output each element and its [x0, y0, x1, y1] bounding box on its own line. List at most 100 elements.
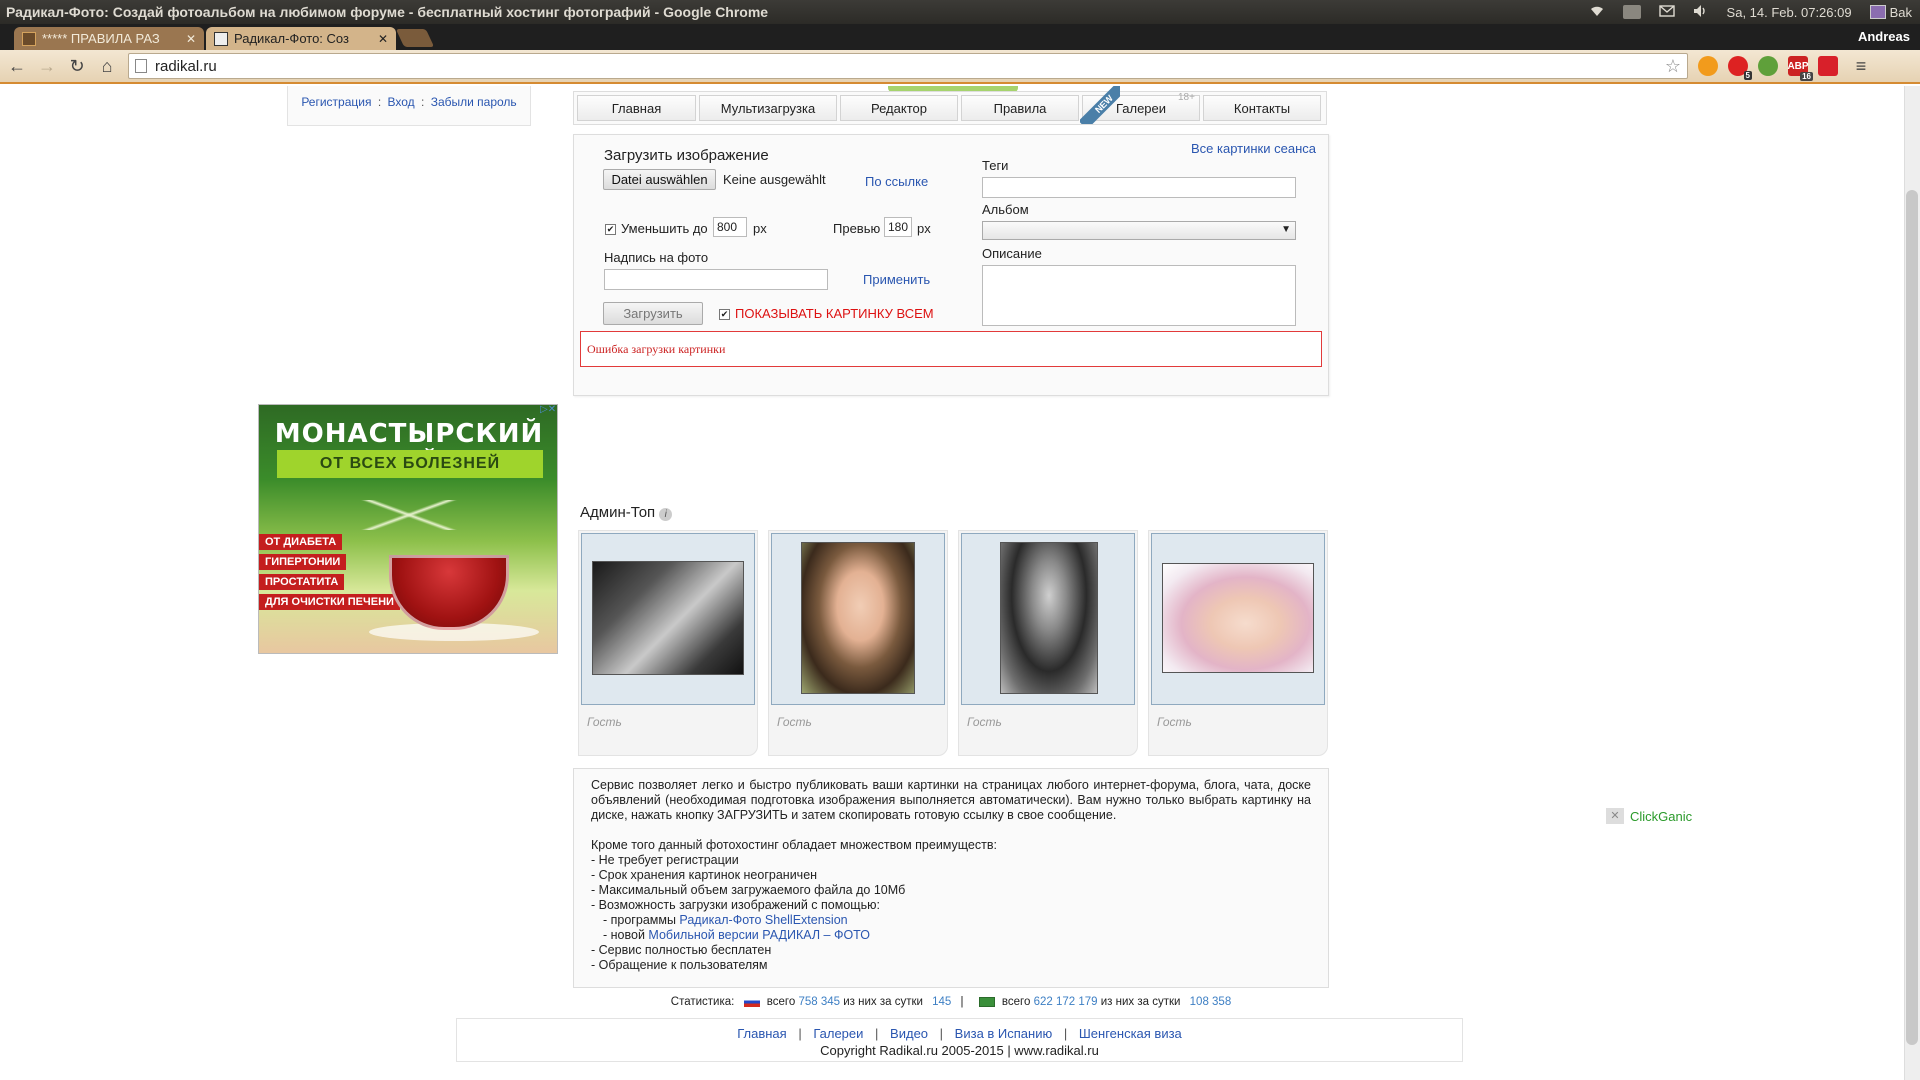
- close-tab-icon[interactable]: ✕: [372, 32, 388, 46]
- photo-thumbnail[interactable]: [592, 561, 744, 675]
- admin-top-card[interactable]: Гость: [958, 530, 1138, 756]
- wifi-icon[interactable]: [1589, 5, 1605, 20]
- login-box: Регистрация : Вход : Забыли пароль: [287, 86, 531, 126]
- show-all-checkbox[interactable]: ✔: [719, 309, 730, 320]
- photo-author: Гость: [967, 715, 1002, 729]
- footer-link-schengen-visa[interactable]: Шенгенская виза: [1079, 1026, 1182, 1041]
- reduce-checkbox[interactable]: ✔: [605, 224, 616, 235]
- photo-author: Гость: [1157, 715, 1192, 729]
- advertisement-banner[interactable]: МОНАСТЫРСКИЙ ЧАЙ ОТ ВСЕХ БОЛЕЗНЕЙ ОТ ДИА…: [258, 404, 558, 654]
- extension-badge-icon[interactable]: 5: [1728, 56, 1752, 80]
- browser-tab-rules[interactable]: ***** ПРАВИЛА РАЗ ✕: [14, 27, 204, 50]
- nav-tab-home[interactable]: Главная: [577, 95, 696, 121]
- file-status: Keine ausgewählt: [723, 172, 826, 187]
- all-session-images-link[interactable]: Все картинки сеанса: [1191, 141, 1316, 156]
- browser-toolbar: ← → ↻ ⌂ radikal.ru ☆ 5 ABP 16 ≡: [0, 50, 1920, 84]
- album-select[interactable]: ▼: [982, 221, 1296, 240]
- description-advantages-title: Кроме того данный фотохостинг обладает м…: [591, 838, 997, 852]
- upload-button[interactable]: Загрузить: [603, 302, 703, 325]
- by-link-link[interactable]: По ссылке: [865, 174, 928, 189]
- stats-other-day: 108 358: [1189, 996, 1232, 1008]
- tags-input[interactable]: [982, 177, 1296, 198]
- footer-link-spain-visa[interactable]: Виза в Испанию: [955, 1026, 1053, 1041]
- reduce-size-input[interactable]: 800: [713, 217, 747, 237]
- copyright: Copyright Radikal.ru 2005-2015 | www.rad…: [820, 1043, 1099, 1058]
- volume-icon[interactable]: [1693, 4, 1709, 21]
- close-icon[interactable]: ✕: [1606, 808, 1624, 824]
- ad-tag: ОТ ДИАБЕТА: [259, 534, 343, 550]
- photo-thumbnail[interactable]: [1162, 563, 1314, 673]
- show-all-label: ПОКАЗЫВАТЬ КАРТИНКУ ВСЕМ: [735, 306, 934, 321]
- clock[interactable]: Sa, 14. Feb. 07:26:09: [1727, 5, 1852, 20]
- browser-tab-strip: ***** ПРАВИЛА РАЗ ✕ Радикал-Фото: Соз ✕ …: [0, 24, 1920, 50]
- adblock-icon[interactable]: ABP 16: [1787, 56, 1813, 81]
- photo-thumbnail[interactable]: [1000, 542, 1098, 694]
- session-icon: [1869, 5, 1886, 19]
- stats-label: Статистика:: [670, 996, 735, 1008]
- footer-link-home[interactable]: Главная: [737, 1026, 786, 1041]
- register-link[interactable]: Регистрация: [301, 95, 371, 109]
- info-icon[interactable]: i: [659, 508, 673, 521]
- page-footer: Главная | Галереи | Видео | Виза в Испан…: [456, 1018, 1463, 1062]
- caption-input[interactable]: [604, 269, 828, 290]
- nav-tab-editor[interactable]: Редактор: [840, 95, 958, 121]
- home-icon[interactable]: ⌂: [94, 53, 120, 79]
- list-item: - новой Мобильной версии РАДИКАЛ – ФОТО: [603, 928, 870, 942]
- preview-size-input[interactable]: 180: [884, 217, 912, 237]
- list-item: - программы Радикал-Фото ShellExtension: [603, 913, 848, 927]
- shell-extension-link[interactable]: Радикал-Фото ShellExtension: [679, 913, 847, 927]
- forward-arrow-icon[interactable]: →: [34, 53, 60, 79]
- login-link[interactable]: Вход: [388, 95, 415, 109]
- extension-green-icon[interactable]: [1758, 56, 1778, 76]
- admin-top-card[interactable]: Гость: [768, 530, 948, 756]
- ad-choices-icon[interactable]: ▷✕: [540, 404, 560, 417]
- footer-link-galleries[interactable]: Галереи: [813, 1026, 863, 1041]
- back-arrow-icon[interactable]: ←: [4, 53, 30, 79]
- profile-name[interactable]: Andreas: [1858, 27, 1910, 47]
- choose-file-button[interactable]: Datei auswählen: [603, 169, 716, 190]
- menu-hamburger-icon[interactable]: ≡: [1848, 53, 1874, 79]
- ad-subheadline: ОТ ВСЕХ БОЛЕЗНЕЙ: [277, 450, 543, 478]
- nav-tab-rules[interactable]: Правила: [961, 95, 1079, 121]
- reload-icon[interactable]: ↻: [64, 53, 90, 79]
- os-top-bar: Радикал-Фото: Создай фотоальбом на любим…: [0, 0, 1920, 24]
- address-bar[interactable]: radikal.ru ☆: [128, 53, 1688, 79]
- upload-panel: Загрузить изображение Все картинки сеанс…: [573, 134, 1329, 396]
- mail-icon[interactable]: [1658, 4, 1675, 20]
- scrollbar-thumb[interactable]: [1906, 190, 1918, 1045]
- extension-red-icon[interactable]: [1818, 56, 1838, 76]
- list-item: - Срок хранения картинок неограничен: [591, 868, 818, 882]
- reduce-label: Уменьшить до: [621, 221, 708, 236]
- browser-tab-radikal[interactable]: Радикал-Фото: Соз ✕: [206, 27, 396, 50]
- nav-tab-contacts[interactable]: Контакты: [1203, 95, 1321, 121]
- keyboard-icon[interactable]: [1622, 5, 1641, 19]
- extension-orange-icon[interactable]: [1698, 56, 1718, 76]
- radikal-favicon-icon: [214, 31, 228, 46]
- bookmark-star-icon[interactable]: ☆: [1665, 56, 1681, 77]
- admin-top-card[interactable]: Гость: [578, 530, 758, 756]
- upload-title: Загрузить изображение: [604, 147, 769, 164]
- nav-tab-multiupload[interactable]: Мультизагрузка: [699, 95, 837, 121]
- new-tab-button[interactable]: [395, 29, 435, 47]
- footer-link-video[interactable]: Видео: [890, 1026, 928, 1041]
- world-flag-icon: [978, 996, 995, 1007]
- mobile-version-link[interactable]: Мобильной версии РАДИКАЛ – ФОТО: [648, 928, 870, 942]
- photo-author: Гость: [587, 715, 622, 729]
- close-tab-icon[interactable]: ✕: [180, 32, 196, 46]
- url-text: radikal.ru: [155, 57, 217, 75]
- clickganic-label[interactable]: ClickGanic: [1630, 809, 1692, 824]
- preview-px-label: px: [917, 221, 931, 236]
- admin-top-card[interactable]: Гость: [1148, 530, 1328, 756]
- page-icon: [135, 59, 147, 73]
- photo-frame: [771, 533, 945, 705]
- photo-thumbnail[interactable]: [801, 542, 915, 694]
- apply-link[interactable]: Применить: [863, 272, 930, 287]
- user-menu[interactable]: Bak: [1869, 5, 1912, 20]
- description-textarea[interactable]: [982, 265, 1296, 326]
- forgot-password-link[interactable]: Забыли пароль: [431, 95, 517, 109]
- admin-top-title: Админ-Топ i: [580, 504, 673, 521]
- list-item: - Обращение к пользователям: [591, 958, 768, 972]
- photo-frame: [1151, 533, 1325, 705]
- ad-tag: ПРОСТАТИТА: [259, 574, 345, 590]
- clickganic-widget[interactable]: ✕ ClickGanic: [1606, 808, 1692, 824]
